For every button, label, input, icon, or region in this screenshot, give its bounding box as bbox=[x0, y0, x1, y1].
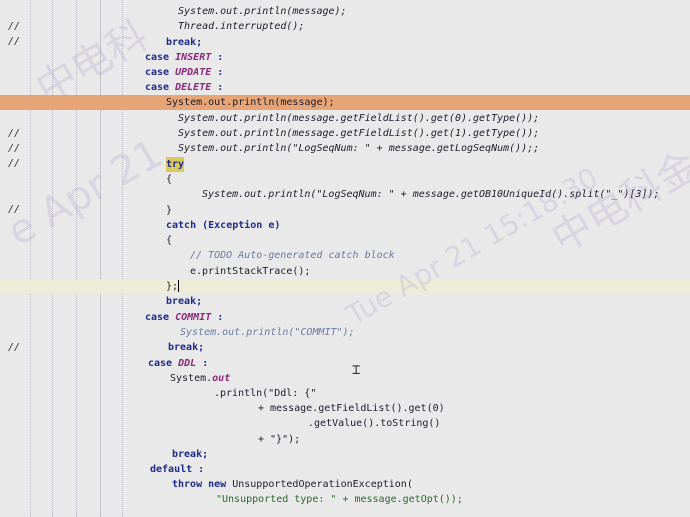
code-line[interactable]: .println("Ddl: {" bbox=[0, 386, 690, 401]
code-line[interactable]: .getValue().toString() bbox=[0, 416, 690, 431]
code-text: }; bbox=[166, 280, 180, 292]
code-text: throw new UnsupportedOperationException( bbox=[172, 479, 413, 490]
code-line[interactable]: case DDL : bbox=[0, 356, 690, 371]
code-text: case DELETE : bbox=[145, 82, 224, 93]
code-line[interactable]: + message.getFieldList().get(0) bbox=[0, 401, 690, 416]
code-text: Thread.interrupted(); bbox=[178, 21, 305, 32]
code-text: case UPDATE : bbox=[145, 67, 224, 78]
try-keyword: try bbox=[166, 157, 185, 172]
comment-text: // TODO Auto-generated catch block bbox=[190, 250, 395, 261]
code-line[interactable]: // Thread.interrupted(); bbox=[0, 19, 690, 47]
current-line[interactable]: System.out.println(message); bbox=[0, 95, 690, 110]
code-line[interactable]: // System.out.println(message); bbox=[0, 4, 690, 32]
code-text: System.out.println(message.getFieldList(… bbox=[178, 113, 540, 124]
code-text: System.out.println("LogSeqNum: " + messa… bbox=[178, 143, 540, 154]
code-text: + message.getFieldList().get(0) bbox=[258, 403, 445, 414]
code-text: { bbox=[166, 174, 173, 185]
code-text: break; bbox=[168, 342, 205, 353]
code-text: break; bbox=[172, 449, 209, 460]
code-line[interactable]: catch (Exception e) bbox=[0, 218, 690, 233]
code-text: System.out.println(message); bbox=[166, 97, 335, 108]
code-text: System.out.println("LogSeqNum: " + messa… bbox=[202, 189, 660, 200]
code-line[interactable]: + "}"); bbox=[0, 432, 690, 447]
code-text: case INSERT : bbox=[145, 52, 224, 63]
code-text: break; bbox=[166, 296, 203, 307]
code-text: .println("Ddl: {" bbox=[214, 388, 317, 399]
code-line[interactable]: throw new UnsupportedOperationException( bbox=[0, 477, 690, 492]
text-cursor-icon: ⌶ bbox=[352, 362, 361, 378]
code-line[interactable]: } bbox=[0, 203, 690, 218]
code-text: { bbox=[166, 235, 173, 246]
code-text: System.out.println(message.getFieldList(… bbox=[178, 128, 540, 139]
code-line[interactable]: }; bbox=[0, 279, 690, 294]
code-line[interactable]: break; bbox=[0, 294, 690, 309]
code-line[interactable]: case COMMIT : bbox=[0, 310, 690, 325]
code-text: System.out bbox=[170, 373, 231, 384]
code-text: e.printStackTrace(); bbox=[190, 266, 311, 277]
code-line[interactable]: case UPDATE : bbox=[0, 65, 690, 80]
code-line[interactable]: { bbox=[0, 172, 690, 187]
code-text: case DDL : bbox=[148, 358, 209, 369]
code-text: + "}"); bbox=[258, 434, 301, 445]
code-text: catch (Exception e) bbox=[166, 220, 281, 231]
code-line[interactable]: break; bbox=[0, 35, 690, 50]
code-line[interactable]: System.out bbox=[0, 371, 690, 386]
code-line[interactable]: // System.out.println(message.getFieldLi… bbox=[0, 126, 690, 154]
code-line[interactable]: case INSERT : bbox=[0, 50, 690, 65]
code-text: "Unsupported type: " + message.getOpt())… bbox=[216, 494, 463, 505]
code-line[interactable]: // TODO Auto-generated catch block bbox=[0, 248, 690, 263]
code-line[interactable]: // System.out.println("LogSeqNum: " + me… bbox=[0, 141, 690, 169]
code-text: default : bbox=[150, 464, 205, 475]
code-line[interactable]: e.printStackTrace(); bbox=[0, 264, 690, 279]
code-text: break; bbox=[166, 37, 203, 48]
code-line[interactable]: default : bbox=[0, 462, 690, 477]
code-text: System.out.println(message); bbox=[178, 6, 347, 17]
code-text: .getValue().toString() bbox=[308, 418, 441, 429]
code-editor[interactable]: // System.out.println(message); // Threa… bbox=[0, 0, 690, 517]
code-line[interactable]: try bbox=[0, 157, 690, 172]
code-line[interactable]: // System.out.println(message.getFieldLi… bbox=[0, 111, 690, 139]
code-line[interactable]: // System.out.println("COMMIT"); bbox=[0, 325, 690, 353]
code-line[interactable]: { bbox=[0, 233, 690, 248]
code-line[interactable]: break; bbox=[0, 340, 690, 355]
code-line[interactable]: case DELETE : bbox=[0, 80, 690, 95]
code-text: case COMMIT : bbox=[145, 312, 224, 323]
text-caret bbox=[178, 280, 180, 292]
code-line[interactable]: // System.out.println("LogSeqNum: " + me… bbox=[0, 187, 690, 215]
code-line[interactable]: break; bbox=[0, 447, 690, 462]
code-line[interactable]: "Unsupported type: " + message.getOpt())… bbox=[0, 492, 690, 507]
code-text: } bbox=[166, 205, 173, 216]
code-text: System.out.println("COMMIT"); bbox=[180, 327, 355, 338]
